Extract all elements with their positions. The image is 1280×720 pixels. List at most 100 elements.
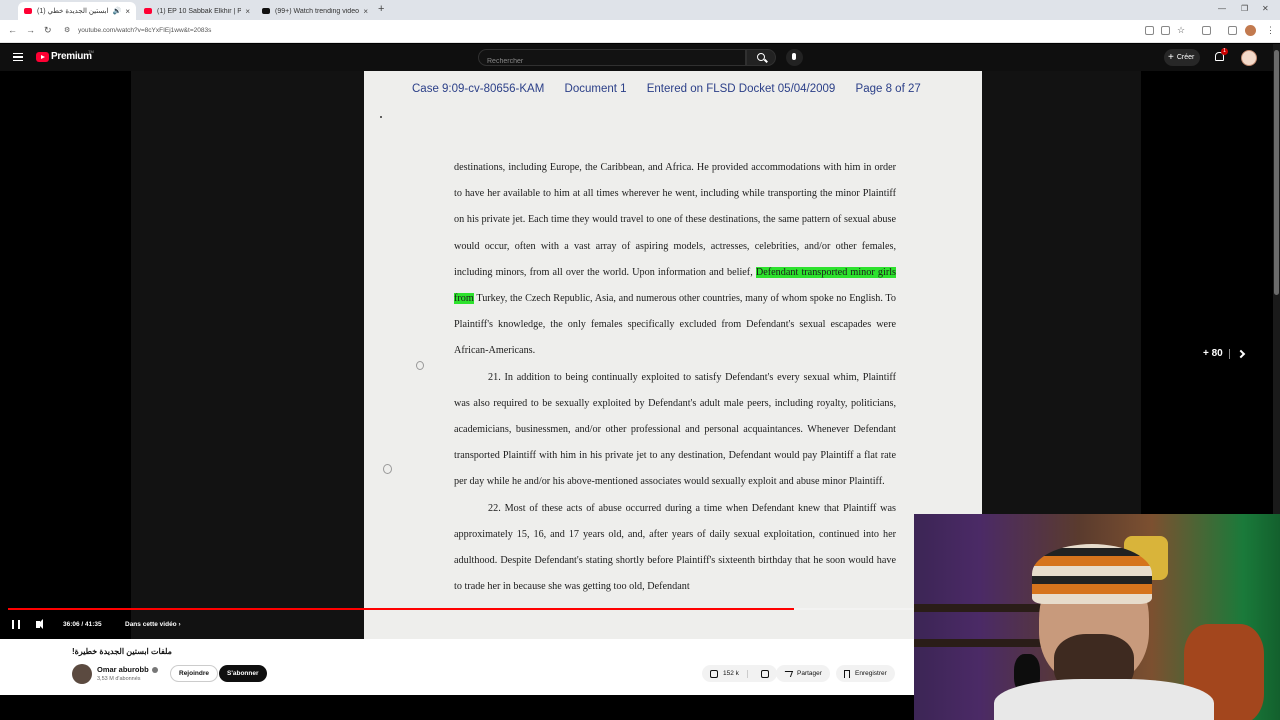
create-label: Créer bbox=[1176, 54, 1195, 61]
chapter-button[interactable]: Dans cette vidéo › bbox=[125, 621, 181, 628]
paragraph-text: destinations, including Europe, the Cari… bbox=[454, 162, 896, 278]
like-count: 152 k bbox=[723, 670, 739, 677]
cast-icon[interactable] bbox=[1161, 26, 1170, 35]
back-icon[interactable]: ← bbox=[8, 25, 17, 35]
page-scrollbar[interactable] bbox=[1273, 44, 1280, 514]
youtube-favicon-icon bbox=[24, 8, 32, 14]
paragraph-22: 22. Most of these acts of abuse occurred… bbox=[454, 502, 896, 593]
channel-avatar[interactable] bbox=[72, 664, 92, 684]
share-icon bbox=[782, 670, 794, 677]
close-tab-icon[interactable]: × bbox=[125, 7, 130, 16]
page-number: Page 8 of 27 bbox=[855, 83, 921, 95]
trademark: TM bbox=[88, 49, 94, 54]
youtube-logo-icon[interactable] bbox=[36, 52, 49, 62]
docket-entry: Entered on FLSD Docket 05/04/2009 bbox=[646, 83, 836, 95]
thumbs-down-icon bbox=[760, 669, 769, 678]
url-field[interactable]: youtube.com/watch?v=8cYxFIEj1ww&t=2083s bbox=[78, 27, 211, 34]
address-bar: ← → ↻ ⚙ youtube.com/watch?v=8cYxFIEj1ww&… bbox=[0, 20, 1280, 43]
dislike-button[interactable] bbox=[753, 669, 777, 678]
thumbs-up-icon bbox=[710, 669, 718, 678]
browser-tab[interactable]: (99+) Watch trending videos fo × bbox=[256, 2, 374, 20]
channel-name[interactable]: Omar aburobb bbox=[97, 665, 158, 674]
channel-name-text: Omar aburobb bbox=[97, 665, 149, 674]
search-bar bbox=[478, 49, 746, 69]
next-count: + 80 bbox=[1203, 348, 1223, 359]
browser-menu-icon[interactable]: ⋮ bbox=[1266, 25, 1275, 36]
scrollbar-thumb[interactable] bbox=[1274, 50, 1279, 295]
player-controls: 36:06 / 41:35 Dans cette vidéo › bbox=[0, 616, 380, 634]
create-button[interactable]: + Créer bbox=[1164, 49, 1201, 66]
youtube-brand[interactable]: Premium bbox=[51, 51, 92, 62]
forward-icon[interactable]: → bbox=[26, 25, 35, 35]
browser-tab[interactable]: (1) EP 10 Sabbak Elkhir | Part I × bbox=[138, 2, 256, 20]
chevron-right-icon bbox=[1236, 349, 1245, 358]
progress-played bbox=[8, 608, 795, 610]
video-title: ملفات ابستين الجديدة خطيرة! bbox=[72, 647, 172, 656]
save-label: Enregistrer bbox=[855, 670, 887, 677]
webcam-overlay bbox=[914, 514, 1280, 720]
minimize-icon[interactable]: — bbox=[1218, 4, 1226, 13]
verified-badge-icon bbox=[151, 667, 158, 674]
notification-badge: 1 bbox=[1221, 48, 1228, 55]
page-bottom bbox=[0, 695, 914, 720]
document-header: Case 9:09-cv-80656-KAM Document 1 Entere… bbox=[412, 83, 938, 95]
like-dislike-group: 152 k bbox=[702, 665, 777, 682]
bookmark-star-icon[interactable]: ☆ bbox=[1177, 25, 1185, 36]
microphone-icon[interactable] bbox=[786, 49, 803, 66]
shirt bbox=[994, 679, 1214, 720]
new-tab-icon[interactable]: + bbox=[378, 3, 384, 15]
time-display: 36:06 / 41:35 bbox=[63, 621, 102, 628]
tab-title: (1) EP 10 Sabbak Elkhir | Part I bbox=[157, 7, 242, 15]
browser-profile-avatar[interactable] bbox=[1245, 25, 1256, 36]
paragraph-20: destinations, including Europe, the Cari… bbox=[454, 155, 897, 365]
striped-beanie bbox=[1032, 544, 1152, 604]
translate-icon[interactable] bbox=[1145, 26, 1154, 35]
site-info-icon[interactable]: ⚙ bbox=[64, 26, 70, 34]
join-button[interactable]: Rejoindre bbox=[170, 665, 218, 682]
volume-icon[interactable] bbox=[36, 619, 43, 629]
search-input[interactable] bbox=[479, 54, 745, 69]
youtube-header: Premium TM + Créer 1 bbox=[0, 44, 1280, 71]
scan-speck bbox=[380, 116, 382, 118]
scan-speck bbox=[383, 464, 392, 474]
plus-icon: + bbox=[1168, 51, 1174, 63]
next-page-indicator[interactable]: + 80 bbox=[1203, 348, 1245, 359]
chevron-right-icon: › bbox=[178, 621, 181, 628]
restore-icon[interactable]: ❐ bbox=[1241, 4, 1248, 13]
progress-bar[interactable] bbox=[8, 608, 914, 610]
account-avatar[interactable] bbox=[1241, 50, 1257, 66]
tab-title: (99+) Watch trending videos fo bbox=[275, 7, 359, 15]
like-button[interactable]: 152 k bbox=[710, 669, 748, 678]
tiktok-favicon-icon bbox=[262, 8, 270, 14]
extensions-icon[interactable] bbox=[1202, 26, 1211, 35]
scan-speck bbox=[416, 361, 424, 370]
video-left-margin bbox=[131, 71, 364, 639]
pause-icon[interactable] bbox=[12, 620, 20, 629]
speaker-icon[interactable]: 🔊 bbox=[113, 7, 122, 15]
document-body: destinations, including Europe, the Cari… bbox=[454, 155, 897, 600]
close-tab-icon[interactable]: × bbox=[363, 7, 368, 16]
paragraph-21: 21. In addition to being continually exp… bbox=[454, 371, 896, 488]
bookmark-icon bbox=[844, 669, 850, 678]
share-button[interactable]: Partager bbox=[776, 665, 830, 682]
reload-icon[interactable]: ↻ bbox=[44, 25, 52, 36]
tab-title: (1) ملفات ابستين الجديدة خطي bbox=[37, 8, 110, 15]
share-label: Partager bbox=[797, 670, 822, 677]
browser-tab-active[interactable]: (1) ملفات ابستين الجديدة خطي 🔊 × bbox=[18, 2, 136, 20]
subscriber-count: 3,53 M d'abonnés bbox=[97, 676, 141, 682]
divider bbox=[1228, 348, 1230, 359]
video-info-bar: ملفات ابستين الجديدة خطيرة! Omar aburobb… bbox=[0, 639, 914, 695]
youtube-favicon-icon bbox=[144, 8, 152, 14]
close-tab-icon[interactable]: × bbox=[245, 7, 250, 16]
court-document-page: Case 9:09-cv-80656-KAM Document 1 Entere… bbox=[364, 71, 982, 639]
paragraph-text: Turkey, the Czech Republic, Asia, and nu… bbox=[454, 293, 896, 357]
hamburger-menu-icon[interactable] bbox=[13, 53, 23, 61]
close-window-icon[interactable]: ✕ bbox=[1262, 4, 1269, 13]
subscribe-button[interactable]: S'abonner bbox=[219, 665, 267, 682]
side-panel-icon[interactable] bbox=[1228, 26, 1237, 35]
search-icon[interactable] bbox=[746, 49, 776, 66]
chapter-label: Dans cette vidéo bbox=[125, 621, 177, 628]
document-number: Document 1 bbox=[564, 83, 627, 95]
case-number: Case 9:09-cv-80656-KAM bbox=[412, 83, 545, 95]
save-button[interactable]: Enregistrer bbox=[836, 665, 895, 682]
